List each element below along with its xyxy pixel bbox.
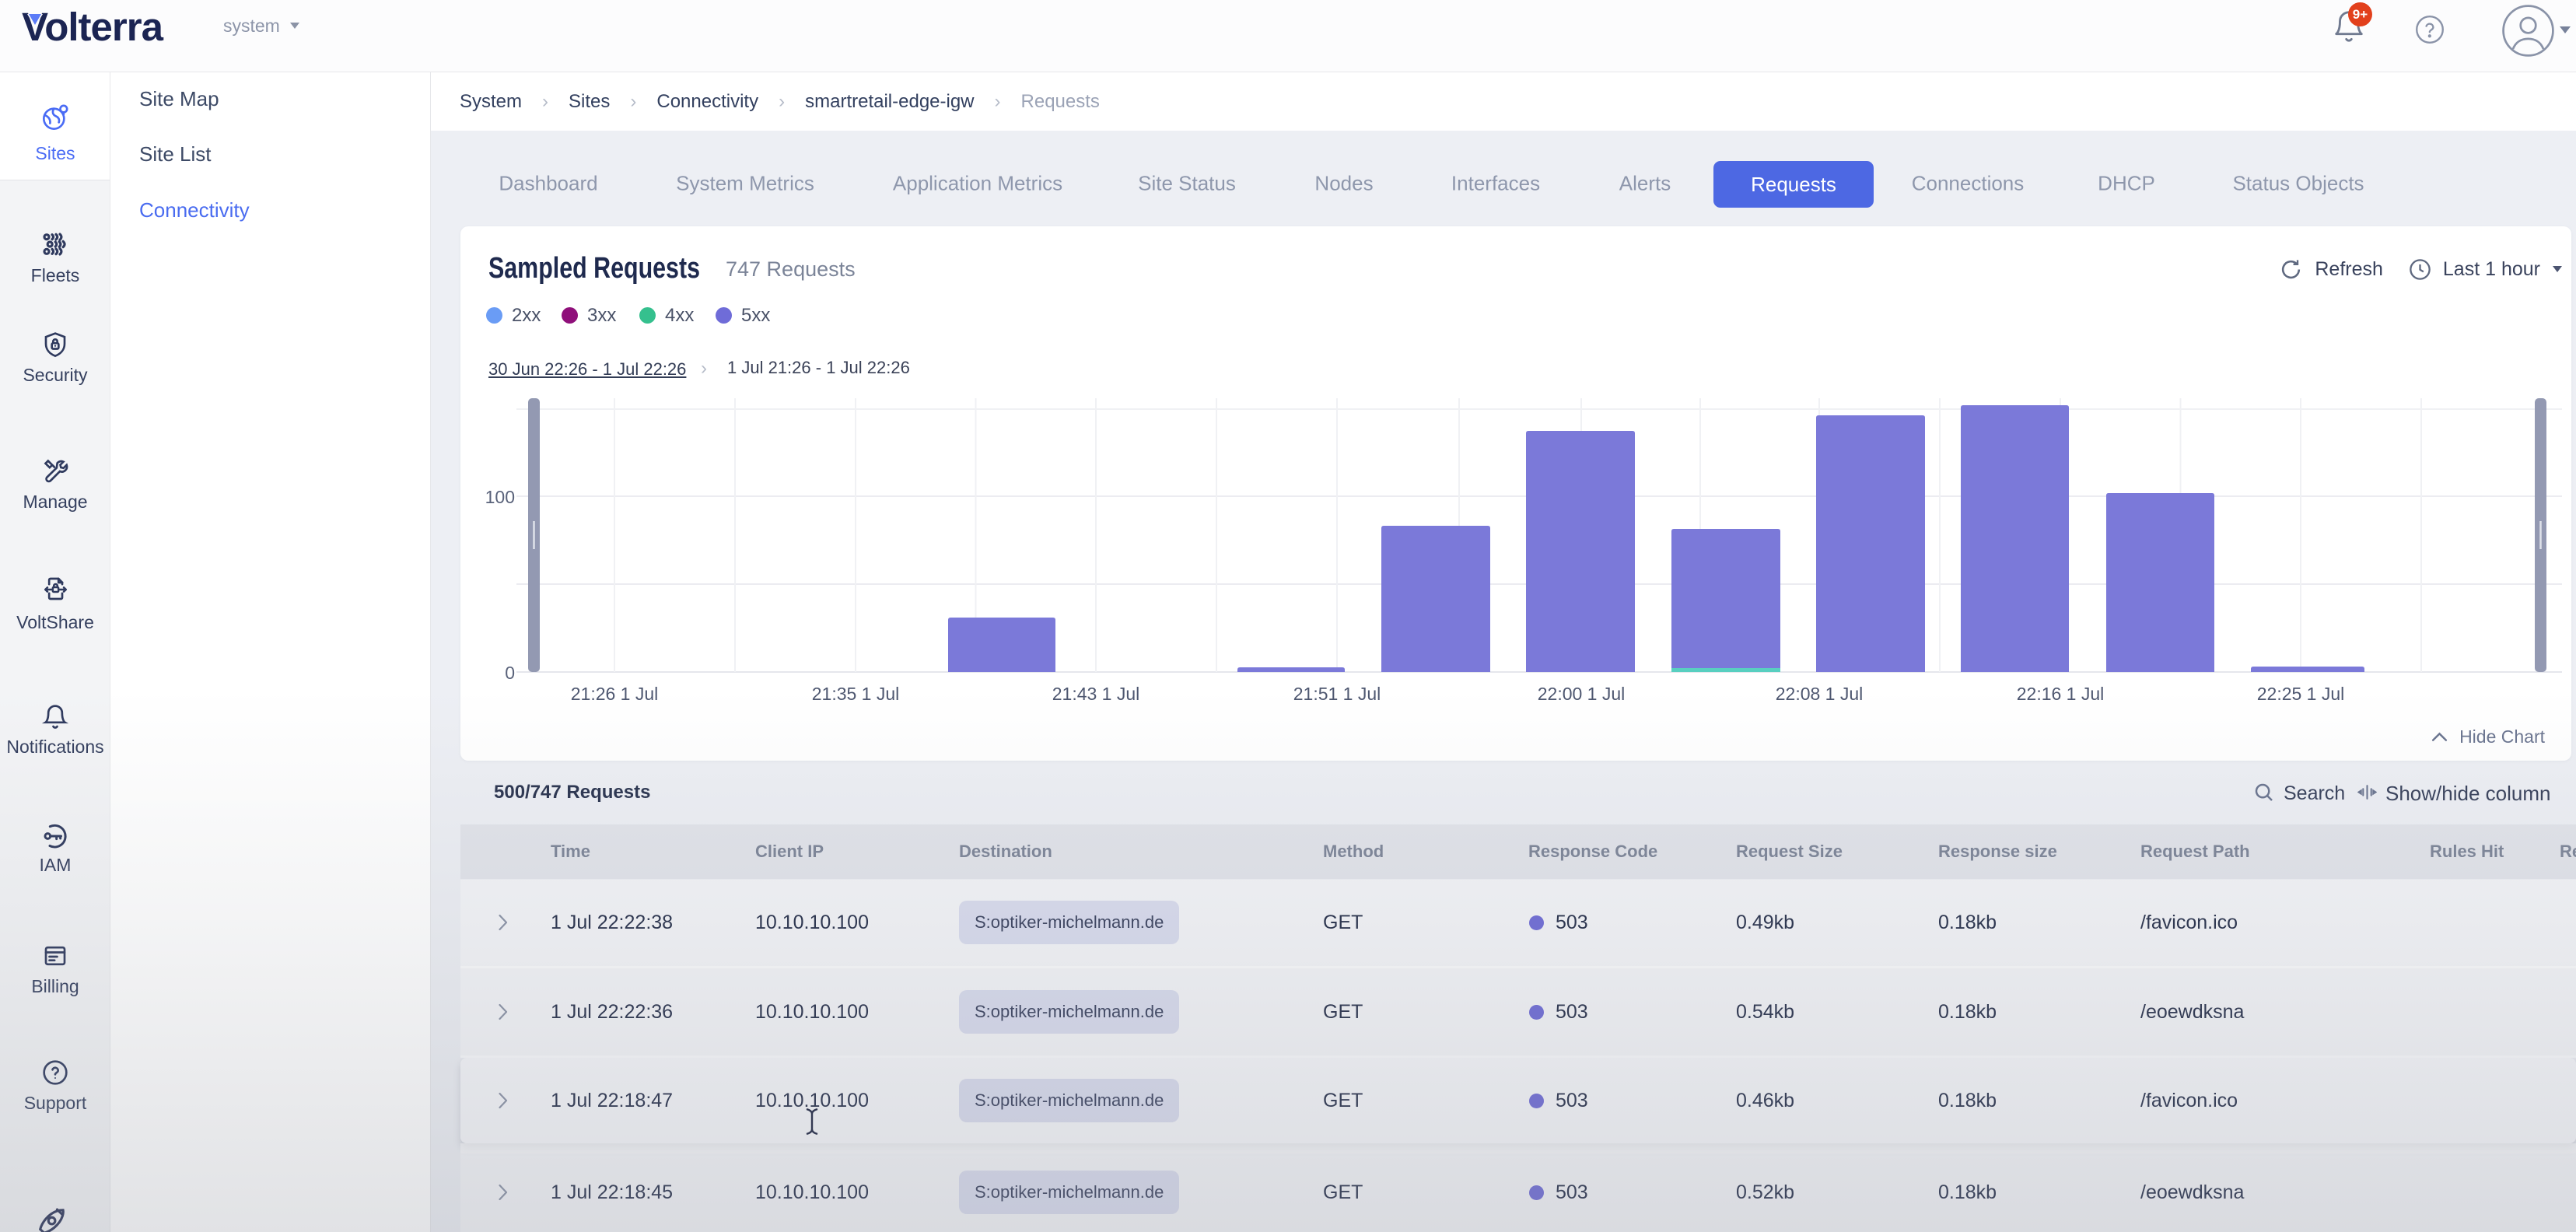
svg-text:100: 100 [485, 487, 515, 507]
svg-text:22:16 1 Jul: 22:16 1 Jul [2017, 684, 2105, 704]
svg-text:21:35 1 Jul: 21:35 1 Jul [812, 684, 900, 704]
svg-text:21:26 1 Jul: 21:26 1 Jul [571, 684, 659, 704]
svg-text:21:51 1 Jul: 21:51 1 Jul [1293, 684, 1381, 704]
svg-text:22:25 1 Jul: 22:25 1 Jul [2257, 684, 2345, 704]
svg-text:22:08 1 Jul: 22:08 1 Jul [1776, 684, 1864, 704]
svg-text:22:00 1 Jul: 22:00 1 Jul [1538, 684, 1626, 704]
svg-text:0: 0 [505, 663, 515, 683]
svg-text:21:43 1 Jul: 21:43 1 Jul [1052, 684, 1140, 704]
